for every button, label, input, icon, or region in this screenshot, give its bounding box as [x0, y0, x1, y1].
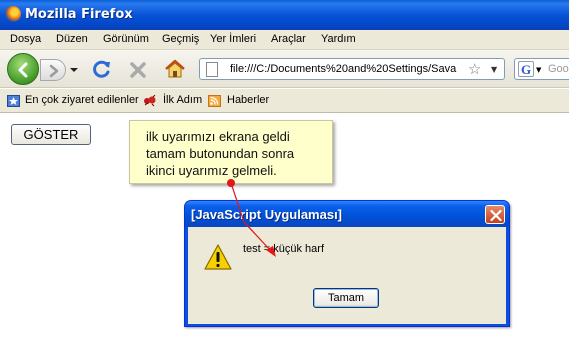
- menu-yardim[interactable]: Yardım: [321, 33, 356, 45]
- menu-gecmis[interactable]: Geçmiş: [162, 33, 199, 45]
- rss-feed-icon: [208, 95, 221, 107]
- url-dropdown-icon[interactable]: ▼: [491, 65, 497, 74]
- annotation-callout: ilk uyarımızı ekrana geldi tamam butonun…: [129, 120, 333, 184]
- dialog-body: test = küçük harf Tamam: [188, 227, 506, 324]
- dialog-titlebar: [JavaScript Uygulaması]: [185, 201, 509, 227]
- forward-button[interactable]: [40, 59, 66, 81]
- back-button[interactable]: [7, 53, 39, 85]
- annotation-line: ikinci uyarımız gelmeli.: [146, 163, 277, 178]
- back-arrow-icon: [18, 62, 28, 78]
- menu-duzen[interactable]: Düzen: [56, 33, 88, 45]
- bookmark-first-step[interactable]: İlk Adım: [163, 94, 202, 106]
- annotation-line: tamam butonundan sonra: [146, 146, 295, 161]
- javascript-alert-dialog: [JavaScript Uygulaması] test = küçük har…: [184, 200, 510, 327]
- window-title: Mozilla Firefox: [25, 7, 133, 22]
- dialog-close-button[interactable]: [485, 205, 505, 224]
- bookmark-star-icon: [7, 95, 20, 107]
- search-engine-dropdown-icon[interactable]: ▼: [536, 66, 541, 74]
- bookmarks-toolbar: En çok ziyaret edilenler İlk Adım Haberl…: [0, 89, 569, 113]
- menu-yer-imleri[interactable]: Yer İmleri: [210, 33, 256, 45]
- close-icon: [490, 210, 502, 221]
- menu-dosya[interactable]: Dosya: [10, 33, 41, 45]
- menu-gorunum[interactable]: Görünüm: [103, 33, 149, 45]
- warning-icon: [204, 244, 232, 270]
- forward-arrow-icon: [49, 64, 59, 78]
- dialog-title: [JavaScript Uygulaması]: [191, 207, 343, 222]
- window-titlebar: Mozilla Firefox: [0, 0, 569, 30]
- reload-icon[interactable]: [92, 59, 112, 79]
- url-bar[interactable]: file:///C:/Documents%20and%20Settings/Sa…: [199, 58, 505, 80]
- history-dropdown-icon[interactable]: [67, 65, 81, 75]
- search-input[interactable]: Goo: [548, 63, 569, 75]
- firefox-ant-icon: [144, 95, 156, 107]
- show-button[interactable]: GÖSTER: [11, 124, 91, 145]
- stop-icon[interactable]: [128, 60, 148, 80]
- bookmark-news[interactable]: Haberler: [227, 94, 269, 106]
- bookmark-most-visited[interactable]: En çok ziyaret edilenler: [25, 94, 139, 106]
- search-bar[interactable]: G ▼ Goo: [514, 58, 569, 80]
- menu-bar: Dosya Düzen Görünüm Geçmiş Yer İmleri Ar…: [0, 30, 569, 50]
- page-icon: [206, 62, 218, 77]
- ok-button[interactable]: Tamam: [313, 288, 379, 308]
- navigation-toolbar: file:///C:/Documents%20and%20Settings/Sa…: [0, 50, 569, 88]
- home-icon[interactable]: [164, 58, 186, 80]
- url-text[interactable]: file:///C:/Documents%20and%20Settings/Sa…: [230, 63, 466, 75]
- dialog-message: test = küçük harf: [243, 243, 325, 255]
- google-search-engine-icon[interactable]: G: [518, 61, 534, 77]
- bookmark-star-icon[interactable]: ☆: [468, 60, 481, 78]
- menu-araclar[interactable]: Araçlar: [271, 33, 306, 45]
- annotation-line: ilk uyarımızı ekrana geldi: [146, 129, 290, 144]
- firefox-logo-icon: [5, 6, 21, 22]
